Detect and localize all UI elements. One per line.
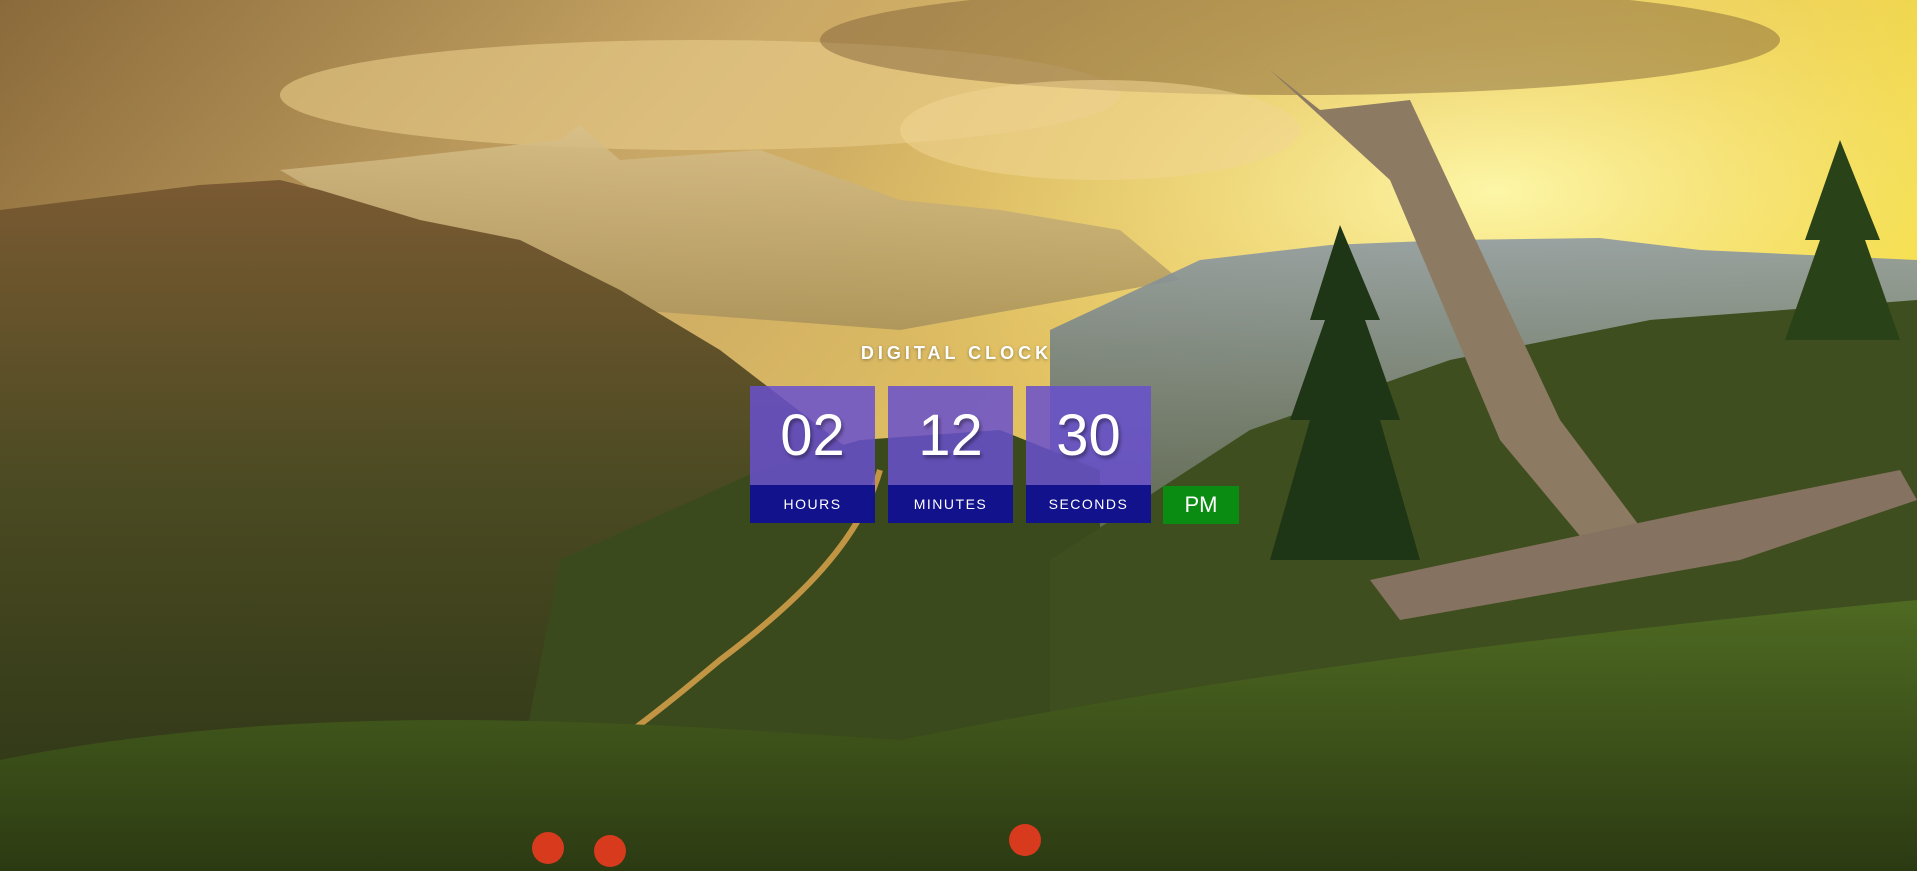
clock-title: DIGITAL CLOCK bbox=[860, 343, 1053, 363]
minutes-unit: 12 MINUTES bbox=[888, 386, 1013, 523]
hours-value: 02 bbox=[750, 386, 875, 485]
minutes-value: 12 bbox=[888, 386, 1013, 485]
page: DIGITAL CLOCK 02 HOURS 12 MINUTES 30 SEC… bbox=[0, 0, 1917, 871]
seconds-label: SECONDS bbox=[1026, 485, 1151, 523]
seconds-value: 30 bbox=[1026, 386, 1151, 485]
am-pm-badge: PM bbox=[1163, 486, 1239, 524]
minutes-label: MINUTES bbox=[888, 485, 1013, 523]
hours-label: HOURS bbox=[750, 485, 875, 523]
hours-unit: 02 HOURS bbox=[750, 386, 875, 523]
seconds-unit: 30 SECONDS bbox=[1026, 386, 1151, 523]
